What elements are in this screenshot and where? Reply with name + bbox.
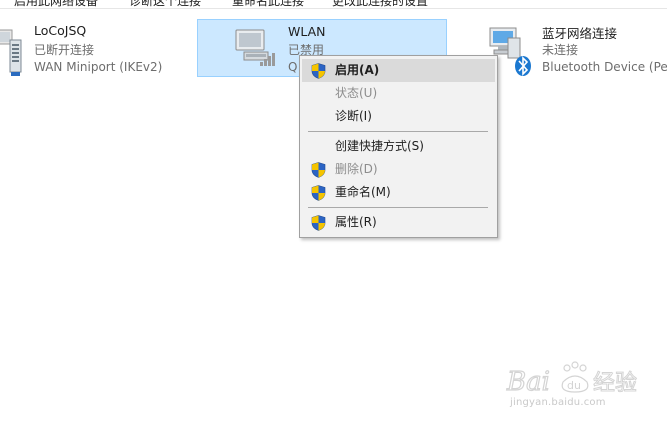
adapter-name: 蓝牙网络连接 [542, 26, 618, 41]
menu-separator [308, 131, 488, 132]
svg-text:Bai: Bai [506, 367, 550, 397]
menu-item-label: 创建快捷方式(S) [335, 139, 424, 153]
menu-item-label: 状态(U) [335, 86, 378, 100]
adapter-device: Bluetooth Device (Per [542, 60, 667, 74]
adapter-status: 已断开连接 [34, 43, 95, 57]
adapter-device: Q [288, 60, 298, 74]
uac-shield-icon [311, 162, 326, 178]
toolbar-enable-device[interactable]: 启用此网络设备 [14, 0, 98, 8]
uac-shield-icon [311, 63, 326, 79]
menu-item-label: 启用(A) [335, 63, 380, 77]
menu-item-diagnose[interactable]: 诊断(I) [302, 105, 495, 128]
menu-item-label: 诊断(I) [335, 109, 372, 123]
menu-item-delete[interactable]: 删除(D) [302, 158, 495, 181]
adapter-bluetooth[interactable]: 蓝牙网络连接 未连接 Bluetooth Device (Per [488, 18, 667, 78]
menu-separator [308, 207, 488, 208]
menu-item-enable[interactable]: 启用(A) [302, 59, 495, 82]
toolbar-rename-connection[interactable]: 重命名此连接 [232, 0, 304, 8]
adapter-device: WAN Miniport (IKEv2) [34, 60, 163, 74]
adapter-status: 未连接 [542, 43, 579, 57]
menu-item-rename[interactable]: 重命名(M) [302, 181, 495, 204]
network-adapter-icon [0, 24, 38, 80]
svg-text:du: du [567, 379, 581, 392]
toolbar-change-settings[interactable]: 更改此连接的设置 [332, 0, 428, 8]
adapter-name: LoCoJSQ [34, 23, 87, 38]
svg-text:经验: 经验 [593, 371, 637, 396]
watermark-url: jingyan.baidu.com [510, 397, 606, 408]
menu-item-label: 删除(D) [335, 162, 378, 176]
wireless-adapter-icon [232, 24, 280, 80]
menu-item-properties[interactable]: 属性(R) [302, 211, 495, 234]
menu-item-label: 重命名(M) [335, 185, 391, 199]
adapter-name: WLAN [288, 24, 326, 39]
adapter-locojsq[interactable]: LoCoJSQ 已断开连接 WAN Miniport (IKEv2) [0, 18, 180, 78]
command-toolbar: 启用此网络设备 诊断这个连接 重命名此连接 更改此连接的设置 [0, 0, 667, 9]
menu-item-create-shortcut[interactable]: 创建快捷方式(S) [302, 135, 495, 158]
uac-shield-icon [311, 215, 326, 231]
menu-item-status[interactable]: 状态(U) [302, 82, 495, 105]
context-menu: 启用(A) 状态(U) 诊断(I) 创建快捷方式(S) 删除(D) 重命名(M) [299, 55, 498, 238]
toolbar-diagnose-connection[interactable]: 诊断这个连接 [129, 0, 201, 8]
menu-item-label: 属性(R) [335, 215, 377, 229]
uac-shield-icon [311, 185, 326, 201]
